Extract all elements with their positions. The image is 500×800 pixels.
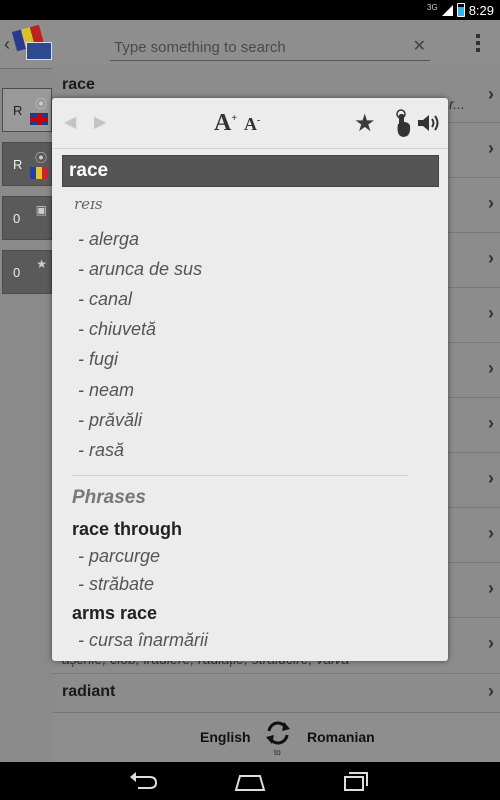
search-input[interactable] (112, 34, 406, 60)
back-icon[interactable] (124, 768, 164, 794)
clock: 8:29 (468, 2, 494, 18)
headword: race (69, 160, 109, 181)
pronunciation: reɪs (74, 195, 103, 213)
chevron-right-icon: › (488, 303, 494, 323)
chevron-right-icon: › (488, 681, 494, 701)
chevron-right-icon: › (488, 358, 494, 378)
language-bar: English to Romanian (52, 712, 500, 763)
translation-popup: ◀ ▶ A+ A- ★ race reɪs - alerga - arunca … (52, 98, 448, 661)
chevron-right-icon: › (488, 578, 494, 598)
tab-favorites[interactable]: 0 ★ (2, 250, 52, 294)
voice-icon: ⦿ (34, 97, 47, 111)
clear-icon[interactable]: ✕ (413, 36, 426, 56)
target-language-button[interactable]: Romanian (307, 729, 375, 745)
battery-icon (456, 3, 465, 17)
translation-item: - canal (78, 289, 133, 309)
chevron-right-icon: › (488, 523, 494, 543)
chevron-right-icon: › (488, 193, 494, 213)
voice-icon: ⦿ (34, 151, 47, 165)
phrase-translation: - parcurge (78, 546, 161, 566)
headword-box: race (62, 155, 439, 187)
touch-icon[interactable] (394, 108, 412, 138)
phrases-heading: Phrases (72, 487, 146, 508)
list-item[interactable]: radiant › (52, 673, 500, 712)
app-logo-button[interactable]: ‹ (4, 24, 52, 62)
chevron-right-icon: › (488, 138, 494, 158)
divider (72, 475, 408, 476)
translation-item: - prăvăli (78, 410, 143, 430)
uk-flag-icon (26, 42, 52, 60)
tab-ro-en[interactable]: R ⦿ (2, 142, 52, 186)
tab-label: 0 (13, 265, 21, 280)
font-increase-label: A (214, 110, 232, 136)
list-item-word: radiant (62, 683, 116, 700)
back-arrow-icon[interactable]: ◀ (64, 112, 76, 132)
home-icon[interactable] (230, 768, 270, 794)
forward-arrow-icon[interactable]: ▶ (94, 112, 106, 132)
chevron-right-icon: › (488, 84, 494, 104)
tab-label: R (13, 103, 23, 118)
translation-item: - neam (78, 380, 135, 400)
font-decrease-label: A (244, 114, 257, 134)
list-item-word: race (62, 76, 95, 93)
up-chevron-icon: ‹ (4, 34, 10, 54)
phrase-title: arms race (72, 603, 158, 623)
translation-item: - fugi (78, 349, 119, 369)
star-icon[interactable]: ★ (354, 109, 376, 138)
action-bar: ‹ ✕ (0, 20, 500, 69)
romania-flag-icon (30, 167, 48, 179)
tab-label: 0 (13, 211, 21, 226)
recent-apps-icon[interactable] (336, 768, 376, 794)
font-increase-button[interactable]: A+ (214, 110, 237, 137)
translation-item: - rasă (78, 440, 125, 460)
signal-icon (441, 4, 453, 16)
phrase-title: race through (72, 519, 183, 539)
chevron-right-icon: › (488, 248, 494, 268)
font-decrease-button[interactable]: A- (244, 114, 260, 135)
search-box: ✕ (110, 34, 430, 61)
status-bar: 3G 8:29 (0, 0, 500, 20)
uk-flag-icon (30, 113, 48, 125)
tab-history[interactable]: 0 ▣ (2, 196, 52, 240)
source-language-button[interactable]: English (200, 729, 251, 745)
swap-languages-icon[interactable] (264, 719, 292, 747)
popup-toolbar: ◀ ▶ A+ A- ★ (52, 98, 448, 149)
translation-item: - arunca de sus (78, 259, 203, 279)
chevron-right-icon: › (488, 468, 494, 488)
translation-item: - alerga (78, 229, 140, 249)
chevron-right-icon: › (488, 413, 494, 433)
chevron-right-icon: › (488, 633, 494, 653)
star-icon: ★ (36, 257, 47, 271)
tab-label: R (13, 157, 23, 172)
network-type: 3G (427, 2, 438, 12)
speaker-icon[interactable] (416, 112, 440, 134)
to-label: to (274, 748, 281, 757)
popup-content: race reɪs - alerga - arunca de sus - can… (52, 149, 448, 661)
navigation-bar (0, 762, 500, 800)
history-icon: ▣ (35, 203, 47, 217)
overflow-menu-icon[interactable] (476, 34, 482, 52)
phrase-translation: - străbate (78, 574, 155, 594)
tab-en-ro[interactable]: R ⦿ (2, 88, 52, 132)
phrase-translation: - cursa înarmării (78, 630, 209, 650)
translation-item: - chiuvetă (78, 319, 157, 339)
